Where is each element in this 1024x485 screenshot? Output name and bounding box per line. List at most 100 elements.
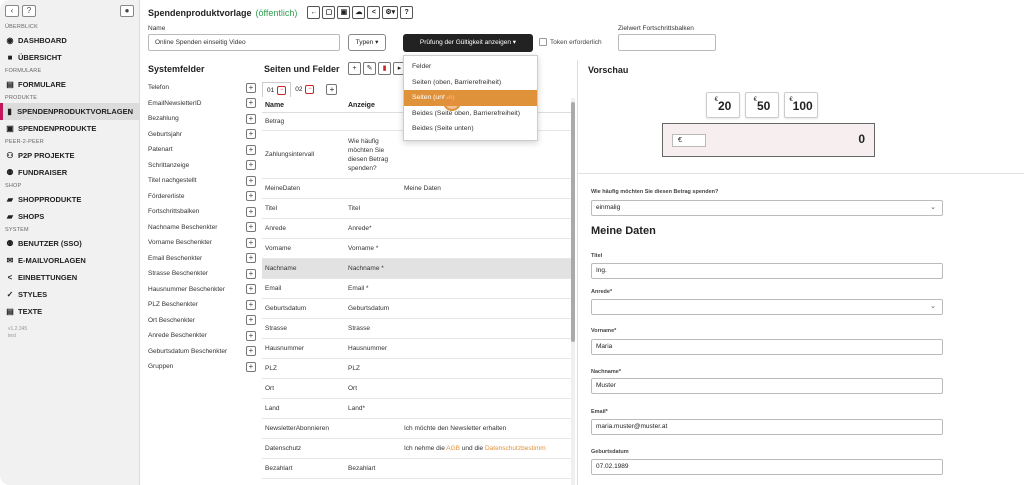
systemfeld-item[interactable]: Nachname Beschenkter + (148, 220, 256, 236)
table-row[interactable]: NewsletterAbonnieren Ich möchte den Newsl… (262, 419, 572, 439)
menu-item[interactable]: Seiten (unten) (404, 90, 537, 106)
custom-amount-value[interactable]: 0 (858, 132, 865, 146)
ziel-input[interactable] (618, 34, 716, 51)
add-field-button[interactable]: + (246, 129, 256, 140)
share-button[interactable]: < (367, 6, 381, 19)
pruefung-dropdown[interactable]: Prüfung der Gültigkeit anzeigen ▾ (403, 34, 533, 52)
sidebar-item-spendenprodukte[interactable]: ▣ SPENDENPRODUKTE (0, 120, 139, 137)
remove-tab-icon[interactable]: − (277, 85, 287, 95)
sidebar-item-benutzer[interactable]: ⚉ BENUTZER (SSO) (0, 235, 139, 252)
systemfeld-item[interactable]: Fortschrittsbalken + (148, 204, 256, 220)
cloud-icon[interactable]: ☁ (352, 6, 366, 19)
token-checkbox[interactable]: Token erforderlich (539, 38, 602, 46)
table-row[interactable]: Strasse Strasse (262, 319, 572, 339)
delete-icon[interactable]: ▮ (378, 62, 391, 75)
duplicate-button[interactable]: ▣ (337, 6, 351, 19)
anrede-select[interactable]: ⌄ (591, 299, 943, 315)
sidebar-item-fundraiser[interactable]: ⚉ FUNDRAISER (0, 164, 139, 181)
table-row[interactable]: Anrede Anrede* (262, 219, 572, 239)
sidebar-item-formulare[interactable]: ▤ FORMULARE (0, 76, 139, 93)
systemfeld-item[interactable]: Hausnummer Beschenkter + (148, 282, 256, 298)
currency-field[interactable]: € (672, 134, 706, 147)
table-row[interactable]: Email Email * (262, 279, 572, 299)
add-field-button[interactable]: + (246, 191, 256, 202)
sidebar-item-emailvorlagen[interactable]: ✉ E-MAILVORLAGEN (0, 252, 139, 269)
sidebar-item-dashboard[interactable]: ◉ DASHBOARD (0, 32, 139, 49)
sidebar-item-uebersicht[interactable]: ■ ÜBERSICHT (0, 49, 139, 66)
table-row[interactable]: PLZ PLZ (262, 359, 572, 379)
add-field-button[interactable]: + (246, 144, 256, 155)
add-field-button[interactable]: + (246, 222, 256, 233)
systemfeld-item[interactable]: Schrittanzeige + (148, 158, 256, 174)
systemfeld-item[interactable]: Telefon + (148, 80, 256, 96)
systemfeld-item[interactable]: Gruppen + (148, 359, 256, 375)
systemfeld-item[interactable]: Geburtsdatum Beschenkter + (148, 344, 256, 360)
add-field-button[interactable]: + (246, 330, 256, 341)
menu-item[interactable]: Beides (Seite oben, Barrierefreiheit) (404, 106, 537, 122)
add-field-button[interactable]: + (246, 206, 256, 217)
table-row[interactable]: Ort Ort (262, 379, 572, 399)
table-row[interactable]: Vorname Vorname * (262, 239, 572, 259)
nachname-input[interactable]: Muster (591, 378, 943, 394)
add-field-button[interactable]: + (246, 315, 256, 326)
systemfeld-item[interactable]: Patenart + (148, 142, 256, 158)
help-button[interactable]: ? (400, 6, 414, 19)
name-input[interactable]: Online Spenden einseitig Video (148, 34, 340, 51)
add-field-button[interactable]: + (246, 82, 256, 93)
sidebar-item-p2p[interactable]: ⚇ P2P PROJEKTE (0, 147, 139, 164)
menu-item[interactable]: Beides (Seite unten) (404, 121, 537, 137)
scrollbar[interactable] (571, 98, 575, 485)
user-icon[interactable]: ● (120, 5, 134, 17)
add-field-button[interactable]: + (246, 268, 256, 279)
add-field-button[interactable]: + (246, 361, 256, 372)
table-row[interactable]: Hausnummer Hausnummer (262, 339, 572, 359)
systemfeld-item[interactable]: EmailNewsletterID + (148, 96, 256, 112)
table-row[interactable]: Land Land* (262, 399, 572, 419)
typen-dropdown[interactable]: Typen ▾ (348, 34, 386, 51)
sidebar-item-shopprodukte[interactable]: ▰ SHOPPRODUKTE (0, 191, 139, 208)
add-tab-button[interactable]: + (326, 84, 338, 95)
sidebar-item-styles[interactable]: ✓ STYLES (0, 286, 139, 303)
systemfeld-item[interactable]: Email Beschenkter + (148, 251, 256, 267)
systemfeld-item[interactable]: Fördererliste + (148, 189, 256, 205)
scrollbar-thumb[interactable] (571, 102, 575, 342)
copy-button[interactable]: ▢ (322, 6, 336, 19)
systemfeld-item[interactable]: Bezahlung + (148, 111, 256, 127)
add-field-button[interactable]: + (246, 113, 256, 124)
geburtsdatum-input[interactable]: 07.02.1989 (591, 459, 943, 475)
table-row[interactable]: Titel Titel (262, 199, 572, 219)
systemfeld-item[interactable]: Ort Beschenkter + (148, 313, 256, 329)
table-row[interactable]: MeineDaten Meine Daten (262, 179, 572, 199)
amount-button[interactable]: €20 (706, 92, 740, 118)
tab-01[interactable]: 01− (262, 82, 292, 97)
titel-input[interactable]: Ing. (591, 263, 943, 279)
remove-tab-icon[interactable]: − (305, 85, 315, 94)
table-row[interactable]: Geburtsdatum Geburtsdatum (262, 299, 572, 319)
intervall-select[interactable]: einmalig ⌄ (591, 200, 943, 216)
settings-button[interactable]: ⚙▾ (382, 6, 399, 19)
menu-item[interactable]: Seiten (oben, Barrierefreiheit) (404, 75, 537, 91)
amount-button[interactable]: €50 (745, 92, 779, 118)
add-field-button[interactable]: + (246, 346, 256, 357)
vorname-input[interactable]: Maria (591, 339, 943, 355)
systemfeld-item[interactable]: Strasse Beschenkter + (148, 266, 256, 282)
help-icon[interactable]: ? (22, 5, 36, 17)
email-input[interactable]: maria.muster@muster.at (591, 419, 943, 435)
table-row[interactable]: Nachname Nachname * (262, 259, 572, 279)
agb-link[interactable]: AGB (446, 445, 460, 452)
systemfeld-item[interactable]: Geburtsjahr + (148, 127, 256, 143)
add-field-button[interactable]: + (246, 284, 256, 295)
sidebar-item-einbettungen[interactable]: < EINBETTUNGEN (0, 269, 139, 286)
amount-button[interactable]: €100 (784, 92, 818, 118)
add-field-button[interactable]: + (246, 253, 256, 264)
add-field-button[interactable]: + (246, 299, 256, 310)
sidebar-item-spendenproduktvorlagen[interactable]: ▮ SPENDENPRODUKTVORLAGEN (0, 103, 139, 120)
sidebar-item-texte[interactable]: ▤ TEXTE (0, 303, 139, 320)
add-field-button[interactable]: + (246, 98, 256, 109)
add-field-button[interactable]: + (246, 175, 256, 186)
sidebar-item-shops[interactable]: ▰ SHOPS (0, 208, 139, 225)
edit-icon[interactable]: ✎ (363, 62, 376, 75)
add-field-button[interactable]: + (246, 237, 256, 248)
systemfeld-item[interactable]: PLZ Beschenkter + (148, 297, 256, 313)
systemfeld-item[interactable]: Anrede Beschenkter + (148, 328, 256, 344)
